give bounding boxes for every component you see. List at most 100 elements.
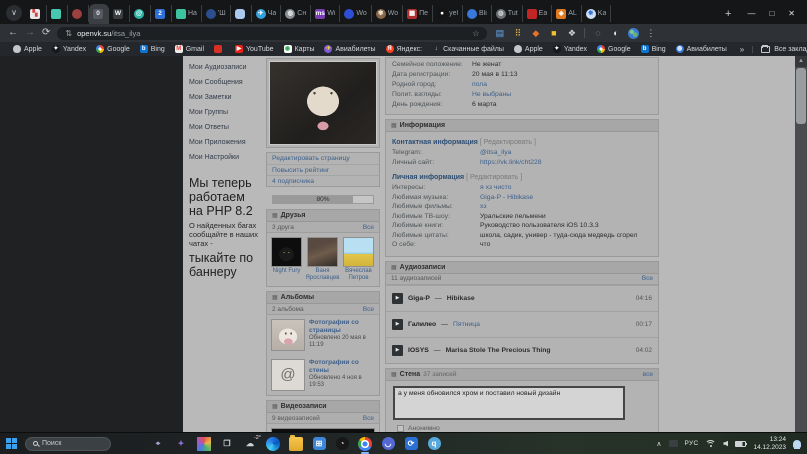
sidebar-menu-item[interactable]: Мои Группы (189, 105, 261, 120)
album-item[interactable]: Фотографии со стены Обновлено 4 ноя в 19… (267, 355, 379, 395)
album-name-link[interactable]: Фотографии со страницы (309, 319, 375, 334)
track-title[interactable]: Hibikase (447, 295, 475, 302)
browser-tab[interactable]: ❋ Ka (582, 5, 612, 22)
extension-icon[interactable]: ⠿ (512, 28, 523, 39)
bookmark-item[interactable]: ↓ Скачанные файлы (427, 45, 509, 53)
bookmark-item[interactable]: b Bing (636, 45, 671, 53)
bookmark-item[interactable]: ✈ Авиабилеты (319, 45, 380, 53)
speaker-icon[interactable] (723, 441, 728, 447)
friend-name-link[interactable]: Вячеслав Петров (342, 268, 375, 282)
taskbar-app-icon[interactable]: ❐ (220, 437, 234, 451)
browser-tab[interactable]: ✈ Ча (252, 5, 282, 22)
taskbar-app-icon[interactable]: ◔ (335, 437, 349, 451)
notification-bell-icon[interactable] (793, 440, 801, 448)
new-tab-button[interactable]: + (725, 8, 731, 20)
minimize-button[interactable]: — (747, 10, 755, 18)
taskbar-app-icon[interactable]: ◡ (381, 437, 395, 451)
albums-all-link[interactable]: Все (363, 306, 374, 313)
bookmark-item[interactable]: ◍ Авиабилеты (671, 45, 732, 53)
profile-photo[interactable] (269, 61, 377, 145)
videos-all-link[interactable]: Все (363, 415, 374, 422)
audios-all-link[interactable]: Все (642, 275, 653, 282)
bookmark-item[interactable]: ◉ Карты (279, 45, 320, 53)
browser-menu-icon[interactable]: ⋮ (646, 28, 655, 39)
sidebar-menu-item[interactable]: Мои Аудиозаписи (189, 60, 261, 75)
browser-tab[interactable]: 2 (151, 5, 172, 22)
extension-icon[interactable]: ◆ (530, 28, 541, 39)
browser-tab[interactable]: @ (130, 5, 151, 22)
taskbar-clock[interactable]: 13:24 14.12.2023 (753, 436, 786, 451)
browser-tab[interactable]: ● yel (433, 5, 463, 22)
taskbar-app-icon[interactable]: ⌖ (151, 437, 165, 451)
wall-post-textarea[interactable]: а у меня обновился хром и поставил новый… (393, 386, 625, 420)
browser-tab[interactable]: 'Ш (202, 5, 231, 22)
bookmark-item[interactable]: M Gmail (170, 45, 209, 53)
track-title[interactable]: Marisa Stole The Precious Thing (446, 347, 551, 354)
track-artist[interactable]: Giga-P (408, 295, 430, 302)
back-button[interactable]: ← (8, 28, 18, 38)
contact-value[interactable]: @itsa_ilya (480, 148, 511, 158)
scrollbar-thumb[interactable] (796, 68, 806, 124)
taskbar-app-icon[interactable]: ⊞ (312, 437, 326, 451)
bookmark-item[interactable]: b Bing (135, 45, 170, 53)
browser-action-icon[interactable]: ◐ (610, 28, 621, 39)
bookmark-item[interactable]: Apple (509, 45, 548, 53)
sidebar-menu-item[interactable]: Мои Настройки (189, 150, 261, 165)
album-name-link[interactable]: Фотографии со стены (309, 359, 375, 374)
album-cover[interactable] (271, 359, 305, 391)
tray-app-icon[interactable] (669, 440, 678, 447)
bookmark-item[interactable]: Я Яндекс: (381, 45, 427, 53)
profile-action-link[interactable]: Повысить рейтинг (267, 164, 379, 175)
sidebar-banner[interactable]: Мы теперь работаем на PHP 8.2 О найденны… (189, 176, 261, 279)
bookmark-item[interactable]: Apple (8, 45, 47, 53)
bookmark-star-icon[interactable]: ☆ (472, 29, 479, 38)
browser-tab[interactable]: ✾ Wo (372, 5, 403, 22)
friend-item[interactable]: Ваня Ярославцев (306, 237, 339, 282)
track-title[interactable]: Пятница (453, 321, 480, 328)
track-artist[interactable]: Галилео (408, 321, 436, 328)
sidebar-menu-item[interactable]: Мои Приложения (189, 135, 261, 150)
taskbar-app-icon[interactable]: ✦ (174, 437, 188, 451)
scrollbar-up-arrow[interactable]: ▲ (795, 56, 807, 67)
close-button[interactable]: ✕ (788, 10, 795, 18)
taskbar-app-icon[interactable] (266, 437, 280, 451)
maximize-button[interactable]: □ (769, 10, 774, 18)
extension-icon[interactable]: ❖ (566, 28, 577, 39)
taskbar-app-icon[interactable]: ☁ -2° (243, 437, 257, 451)
browser-tab[interactable]: На (172, 5, 202, 22)
page-scrollbar[interactable]: ▲ (795, 56, 807, 432)
friend-item[interactable]: Вячеслав Петров (342, 237, 375, 282)
browser-tab[interactable]: Bli (463, 5, 492, 22)
sidebar-menu-item[interactable]: Мои Заметки (189, 90, 261, 105)
friends-all-link[interactable]: Все (363, 224, 374, 231)
track-artist[interactable]: IOSYS (408, 347, 429, 354)
profile-action-link[interactable]: Редактировать страницу (267, 153, 379, 164)
bookmarks-overflow-chevron[interactable]: » (736, 45, 748, 54)
extension-icon[interactable]: ▤ (494, 28, 505, 39)
browser-tab[interactable]: W (109, 5, 130, 22)
reload-button[interactable]: ⟳ (42, 28, 50, 38)
album-cover[interactable] (271, 319, 305, 351)
taskbar-app-icon[interactable] (289, 437, 303, 451)
taskbar-app-icon[interactable] (197, 437, 211, 451)
taskbar-app-icon[interactable] (358, 437, 372, 451)
forward-button[interactable]: → (25, 28, 35, 38)
bookmark-item[interactable]: ✦ Yandex (548, 45, 592, 53)
bookmark-item[interactable]: Google (91, 45, 135, 53)
bookmark-item[interactable]: ▶ YouTube (230, 45, 279, 53)
friend-photo[interactable] (271, 237, 302, 267)
browser-tab[interactable]: ▚ (26, 5, 47, 22)
browser-tab[interactable]: ▦ Пе (403, 5, 433, 22)
extension-icon[interactable]: ■ (548, 28, 559, 39)
browser-action-icon[interactable]: ◌ (592, 28, 603, 39)
album-item[interactable]: Фотографии со страницы Обновлено 20 мая … (267, 315, 379, 355)
bookmark-item[interactable] (209, 45, 230, 53)
bookmark-item[interactable]: ✦ Yandex (47, 45, 91, 53)
tray-chevron-icon[interactable]: ∧ (656, 440, 661, 448)
browser-tab[interactable]: ◈ AL (552, 5, 582, 22)
bookmark-item[interactable]: Google (592, 45, 636, 53)
personal-edit-link[interactable]: [ Редактировать ] (466, 174, 522, 181)
sidebar-menu-item[interactable]: Мои Сообщения (189, 75, 261, 90)
wall-all-link[interactable]: все (643, 371, 653, 378)
all-bookmarks-button[interactable]: Все закладки (752, 46, 807, 53)
